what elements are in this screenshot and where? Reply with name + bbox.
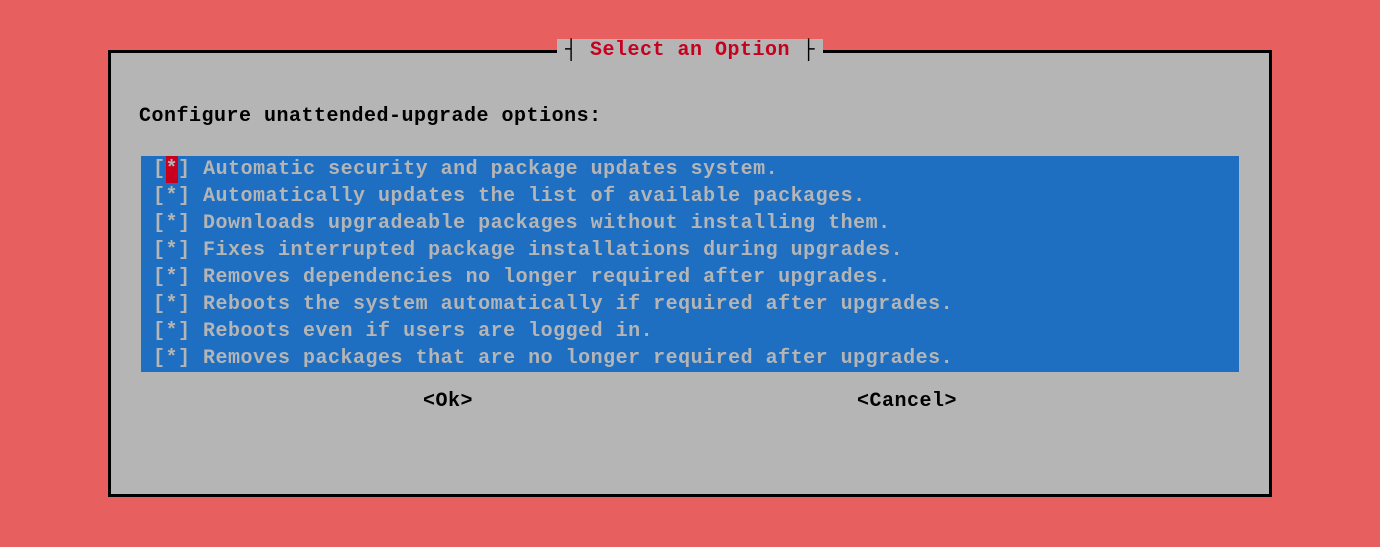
title-border-right: ├ xyxy=(790,39,815,62)
option-label-2: Downloads upgradeable packages without i… xyxy=(203,212,891,235)
option-label-7: Removes packages that are no longer requ… xyxy=(203,347,953,370)
dialog-title-container: ┤ Select an Option ├ xyxy=(111,39,1269,62)
checkbox-0[interactable]: [*] xyxy=(153,158,191,181)
checkbox-3[interactable]: [*] xyxy=(153,239,191,262)
option-item-1[interactable]: [*] Automatically updates the list of av… xyxy=(141,183,1239,210)
option-label-6: Reboots even if users are logged in. xyxy=(203,320,653,343)
option-label-3: Fixes interrupted package installations … xyxy=(203,239,903,262)
checkbox-4[interactable]: [*] xyxy=(153,266,191,289)
dialog-title: Select an Option xyxy=(590,39,790,62)
dialog-box: ┤ Select an Option ├ Configure unattende… xyxy=(108,50,1272,497)
dialog-buttons: <Ok> <Cancel> xyxy=(111,372,1269,413)
checkbox-7[interactable]: [*] xyxy=(153,347,191,370)
checkbox-5[interactable]: [*] xyxy=(153,293,191,316)
option-item-5[interactable]: [*] Reboots the system automatically if … xyxy=(141,291,1239,318)
option-item-2[interactable]: [*] Downloads upgradeable packages witho… xyxy=(141,210,1239,237)
ok-button[interactable]: <Ok> xyxy=(423,390,473,413)
option-label-1: Automatically updates the list of availa… xyxy=(203,185,866,208)
option-label-4: Removes dependencies no longer required … xyxy=(203,266,891,289)
title-border-left: ┤ xyxy=(565,39,590,62)
dialog-prompt: Configure unattended-upgrade options: xyxy=(111,53,1269,128)
dialog-title-border: ┤ Select an Option ├ xyxy=(557,39,823,62)
checkbox-6[interactable]: [*] xyxy=(153,320,191,343)
option-label-0: Automatic security and package updates s… xyxy=(203,158,778,181)
cancel-button[interactable]: <Cancel> xyxy=(857,390,957,413)
option-label-5: Reboots the system automatically if requ… xyxy=(203,293,953,316)
option-item-6[interactable]: [*] Reboots even if users are logged in. xyxy=(141,318,1239,345)
checkbox-1[interactable]: [*] xyxy=(153,185,191,208)
option-item-3[interactable]: [*] Fixes interrupted package installati… xyxy=(141,237,1239,264)
option-item-4[interactable]: [*] Removes dependencies no longer requi… xyxy=(141,264,1239,291)
option-item-0[interactable]: [*] Automatic security and package updat… xyxy=(141,156,1239,183)
options-list: [*] Automatic security and package updat… xyxy=(141,156,1239,372)
option-item-7[interactable]: [*] Removes packages that are no longer … xyxy=(141,345,1239,372)
cursor-indicator: * xyxy=(166,156,179,183)
checkbox-2[interactable]: [*] xyxy=(153,212,191,235)
